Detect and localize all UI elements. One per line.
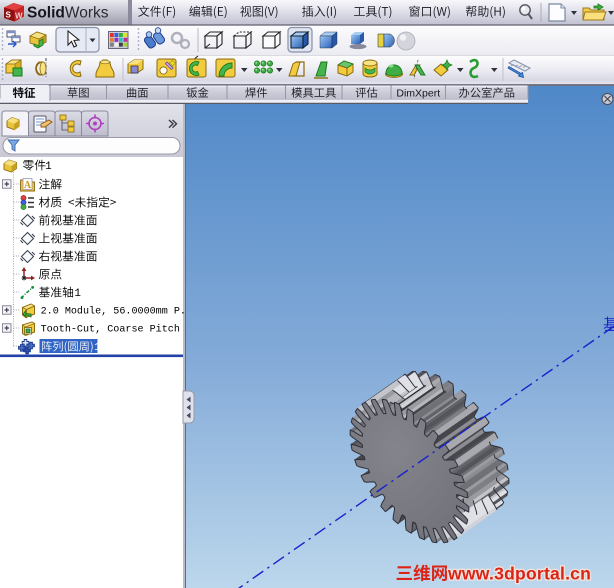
svg-text:1: 1 xyxy=(45,161,52,173)
svg-text:W: W xyxy=(15,12,23,21)
svg-text:S: S xyxy=(6,11,12,20)
svg-text:DimXpert: DimXpert xyxy=(396,88,440,100)
svg-text:www.3dportal.cn: www.3dportal.cn xyxy=(447,564,591,584)
svg-text:Tooth-Cut, Coarse Pitch: Tooth-Cut, Coarse Pitch xyxy=(41,324,180,336)
svg-text:1: 1 xyxy=(94,342,101,354)
svg-text:1: 1 xyxy=(74,288,81,300)
svg-text:2.0 Module, 56.0000mm P.: 2.0 Module, 56.0000mm P. xyxy=(41,306,186,318)
svg-text:SolidWorks: SolidWorks xyxy=(27,5,109,22)
svg-text:A: A xyxy=(24,180,32,191)
